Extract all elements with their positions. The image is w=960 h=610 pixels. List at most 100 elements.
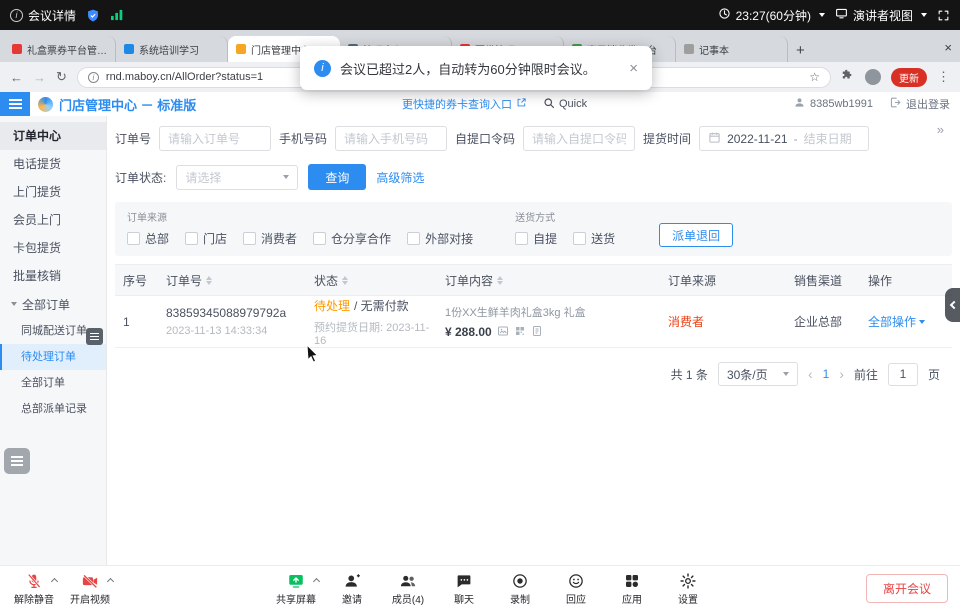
checkbox-icon [313, 232, 326, 245]
profile-avatar[interactable] [865, 69, 881, 85]
col-status[interactable]: 状态 [306, 272, 437, 289]
meeting-bar-right: 23:27(60分钟) 演讲者视图 [718, 7, 950, 24]
mic-options-caret[interactable] [51, 577, 58, 584]
close-window-button[interactable]: × [944, 40, 952, 55]
forward-button[interactable]: → [33, 70, 46, 85]
note-icon[interactable] [531, 325, 543, 340]
sort-icon[interactable] [497, 276, 503, 285]
timer-text: 23:27(60分钟) [736, 7, 811, 24]
dispatch-return-button[interactable]: 派单退回 [659, 223, 733, 247]
share-options-caret[interactable] [313, 577, 320, 584]
source-checkbox-external[interactable]: 外部对接 [407, 230, 473, 247]
sidebar-sub-hq-dispatch-log[interactable]: 总部派单记录 [0, 396, 106, 422]
status-cell: 待处理/ 无需付款 预约提货日期: 2023-11-16 [306, 297, 437, 347]
apps-label: 应用 [622, 591, 642, 606]
list-icon [90, 336, 99, 338]
unmute-button[interactable]: 解除静音 [6, 571, 62, 606]
toast-close-button[interactable]: × [629, 60, 638, 77]
browser-tab-1[interactable]: 礼盒票券平台管理中心 [4, 36, 116, 62]
sidebar-section-order-center[interactable]: 订单中心 [0, 122, 106, 150]
quick-search-button[interactable]: Quick [543, 97, 587, 112]
advanced-filter-link[interactable]: 高级筛选 [376, 169, 424, 186]
meeting-panel-toggle[interactable] [945, 288, 960, 322]
col-order-no[interactable]: 订单号 [158, 272, 306, 289]
chrome-update-button[interactable]: 更新 [891, 68, 927, 87]
settings-button[interactable]: 设置 [660, 571, 716, 606]
bookmark-star-icon[interactable]: ☆ [809, 70, 820, 84]
order-status-select[interactable]: 请选择 [176, 165, 298, 190]
page-number[interactable]: 1 [823, 367, 830, 381]
sidebar-item-door-pickup[interactable]: 上门提货 [0, 178, 106, 206]
order-time: 2023-11-13 14:33:34 [166, 325, 267, 337]
submenu-toggle-icon[interactable] [86, 328, 103, 345]
apps-button[interactable]: 应用 [604, 571, 660, 606]
back-button[interactable]: ← [10, 70, 23, 85]
video-options-caret[interactable] [107, 577, 114, 584]
quick-menu-button[interactable] [4, 448, 30, 474]
invite-label: 邀请 [342, 591, 362, 606]
delivery-checkbox-selfpickup[interactable]: 自提 [515, 230, 557, 247]
view-mode-selector[interactable]: 演讲者视图 [835, 7, 927, 24]
collapse-panel-button[interactable]: » [937, 122, 944, 137]
chat-button[interactable]: 聊天 [436, 571, 492, 606]
pickup-date-range-picker[interactable]: 2022-11-21 - 结束日期 [699, 126, 869, 151]
sidebar-sub-all-orders[interactable]: 全部订单 [0, 370, 106, 396]
sidebar-item-card-pickup[interactable]: 卡包提货 [0, 234, 106, 262]
members-button[interactable]: 成员(4) [380, 571, 436, 606]
page-size-select[interactable]: 30条/页 [718, 362, 798, 386]
order-no-input[interactable] [159, 126, 271, 151]
qrcode-icon[interactable] [514, 325, 526, 340]
quick-label: Quick [559, 98, 587, 110]
unmute-label: 解除静音 [14, 591, 54, 606]
menu-toggle-button[interactable] [0, 92, 30, 116]
phone-input[interactable] [335, 126, 447, 151]
sidebar-group-all-orders[interactable]: 全部订单 [0, 290, 106, 318]
logout-button[interactable]: 退出登录 [889, 96, 950, 112]
network-signal-icon[interactable] [110, 9, 124, 21]
security-shield-icon[interactable] [86, 8, 100, 23]
leave-meeting-button[interactable]: 离开会议 [866, 574, 948, 603]
checkbox-label: 门店 [203, 230, 227, 247]
site-info-icon[interactable]: i [88, 72, 99, 83]
browser-menu-icon[interactable]: ⋮ [937, 69, 950, 85]
checkbox-icon [407, 232, 420, 245]
meeting-timer-dropdown[interactable]: 23:27(60分钟) [718, 7, 825, 24]
record-button[interactable]: 录制 [492, 571, 548, 606]
sidebar-sub-pending-orders[interactable]: 待处理订单 [0, 344, 106, 370]
source-checkbox-hq[interactable]: 总部 [127, 230, 169, 247]
source-checkbox-consumer[interactable]: 消费者 [243, 230, 297, 247]
goto-page-input[interactable] [888, 363, 918, 386]
sort-icon[interactable] [206, 276, 212, 285]
search-button[interactable]: 查询 [308, 164, 366, 190]
new-tab-button[interactable]: + [788, 42, 813, 62]
source-checkbox-share-coop[interactable]: 仓分享合作 [313, 230, 391, 247]
source-checkbox-store[interactable]: 门店 [185, 230, 227, 247]
image-icon[interactable] [497, 325, 509, 340]
share-screen-button[interactable]: 共享屏幕 [268, 571, 324, 606]
next-page-button[interactable]: › [839, 366, 844, 382]
browser-tab-2[interactable]: 系统培训学习 [116, 36, 228, 62]
record-label: 录制 [510, 591, 530, 606]
col-label: 状态 [314, 272, 338, 289]
prev-page-button[interactable]: ‹ [808, 366, 813, 382]
fullscreen-button[interactable] [937, 9, 950, 22]
extensions-puzzle-icon[interactable] [841, 68, 855, 87]
delivery-checkbox-delivery[interactable]: 送货 [573, 230, 615, 247]
user-account[interactable]: 8385wb1991 [793, 96, 873, 112]
invite-button[interactable]: 邀请 [324, 571, 380, 606]
all-actions-dropdown[interactable]: 全部操作 [868, 313, 925, 330]
sidebar-item-member-visit[interactable]: 会员上门 [0, 206, 106, 234]
reload-button[interactable]: ↻ [56, 69, 67, 85]
action-label: 全部操作 [868, 313, 916, 330]
sort-icon[interactable] [342, 276, 348, 285]
meeting-details-button[interactable]: i 会议详情 [10, 7, 76, 24]
sidebar-item-batch-verify[interactable]: 批量核销 [0, 262, 106, 290]
order-source-group: 订单来源 总部 门店 消费者 仓分享合作 外部对接 [127, 209, 489, 247]
start-video-button[interactable]: 开启视频 [62, 571, 118, 606]
pickup-code-input[interactable] [523, 126, 635, 151]
coupon-query-entry-link[interactable]: 更快捷的券卡查询入口 [402, 96, 527, 112]
sidebar-item-phone-pickup[interactable]: 电话提货 [0, 150, 106, 178]
react-button[interactable]: 回应 [548, 571, 604, 606]
browser-tab-7[interactable]: 记事本 [676, 36, 788, 62]
col-content[interactable]: 订单内容 [437, 272, 660, 289]
